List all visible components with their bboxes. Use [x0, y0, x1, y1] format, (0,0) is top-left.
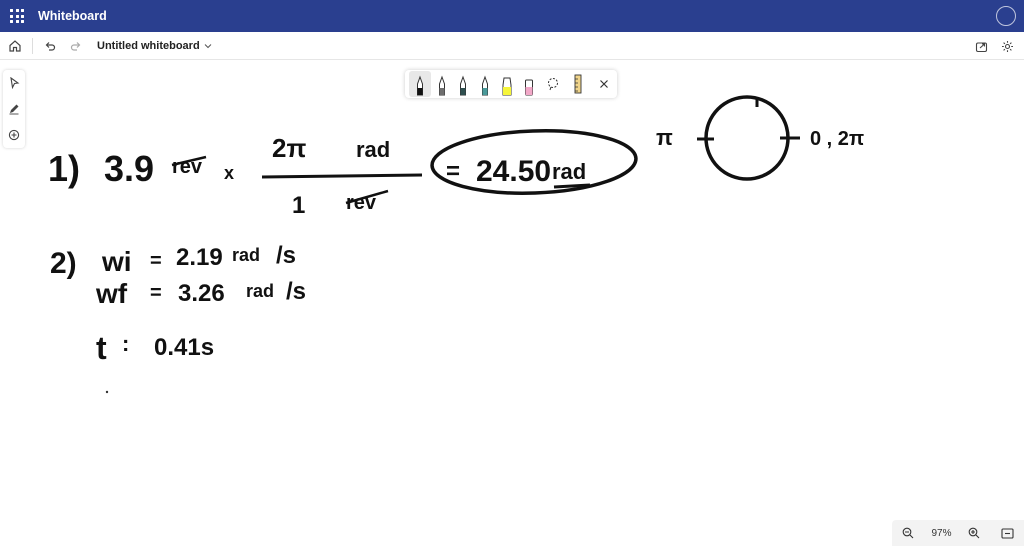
redo-button[interactable] — [63, 33, 89, 59]
document-title-dropdown[interactable]: Untitled whiteboard — [97, 40, 212, 52]
home-icon — [9, 39, 21, 52]
ink-underline — [553, 183, 591, 189]
ink-1-denom: 1 — [292, 192, 305, 219]
ink-colon: : — [122, 331, 129, 356]
ink-eq-wf: = — [150, 282, 162, 304]
ink-wf: wf — [95, 278, 128, 309]
zoom-level: 97% — [931, 527, 952, 539]
zoom-out-button[interactable] — [898, 523, 918, 543]
ink-0-2pi: 0 , 2π — [810, 128, 864, 150]
app-name: Whiteboard — [38, 9, 107, 23]
zoom-in-button[interactable] — [964, 523, 984, 543]
undo-icon — [45, 41, 56, 51]
ink-wi: wi — [101, 246, 132, 277]
ink-3-9: 3.9 — [104, 148, 154, 189]
share-icon — [975, 41, 987, 52]
fit-to-screen-button[interactable] — [997, 523, 1017, 543]
redo-icon — [70, 41, 81, 51]
command-bar: Untitled whiteboard — [0, 32, 1024, 60]
fit-screen-icon — [1001, 527, 1014, 539]
ink-2pi: 2π — [272, 133, 306, 163]
ink-dot — [105, 390, 109, 394]
chevron-down-icon — [204, 43, 212, 48]
zoom-controls: 97% — [892, 520, 1024, 546]
zoom-in-icon — [969, 527, 980, 539]
ink-1: 1) — [48, 148, 80, 189]
settings-button[interactable] — [994, 33, 1020, 59]
ink-3-26: 3.26 — [178, 280, 225, 307]
whiteboard-canvas[interactable]: 1) 3.9 rev x 2π rad 1 rev = 24.50 rad π … — [0, 61, 1024, 546]
ink-t: t — [96, 330, 107, 366]
ink-equals: = — [446, 158, 460, 185]
title-bar: Whiteboard — [0, 0, 1024, 32]
gear-icon — [1001, 40, 1013, 52]
ink-fraction-line — [261, 173, 423, 179]
ink-eq-wi: = — [150, 250, 162, 272]
ink-rad-answer: rad — [552, 159, 586, 184]
ink-per-s-wf: /s — [286, 278, 306, 305]
zoom-out-icon — [903, 527, 914, 539]
undo-button[interactable] — [37, 33, 63, 59]
ink-24-50: 24.50 — [476, 155, 551, 188]
ink-2: 2) — [50, 247, 77, 280]
ink-0-41s: 0.41s — [154, 334, 214, 361]
share-button[interactable] — [968, 33, 994, 59]
ink-2-19: 2.19 — [176, 244, 223, 271]
ink-times: x — [224, 163, 234, 183]
app-launcher-icon[interactable] — [10, 9, 24, 23]
document-title: Untitled whiteboard — [97, 39, 200, 52]
ink-rad-wi: rad — [232, 245, 260, 265]
ink-rad-wf: rad — [246, 281, 274, 301]
ink-per-s-wi: /s — [276, 242, 296, 269]
ink-unit-circle — [704, 95, 790, 181]
ink-pi: π — [656, 125, 673, 150]
home-button[interactable] — [2, 33, 28, 59]
ink-rad: rad — [356, 137, 390, 162]
profile-avatar[interactable] — [996, 6, 1016, 26]
divider — [32, 37, 33, 54]
